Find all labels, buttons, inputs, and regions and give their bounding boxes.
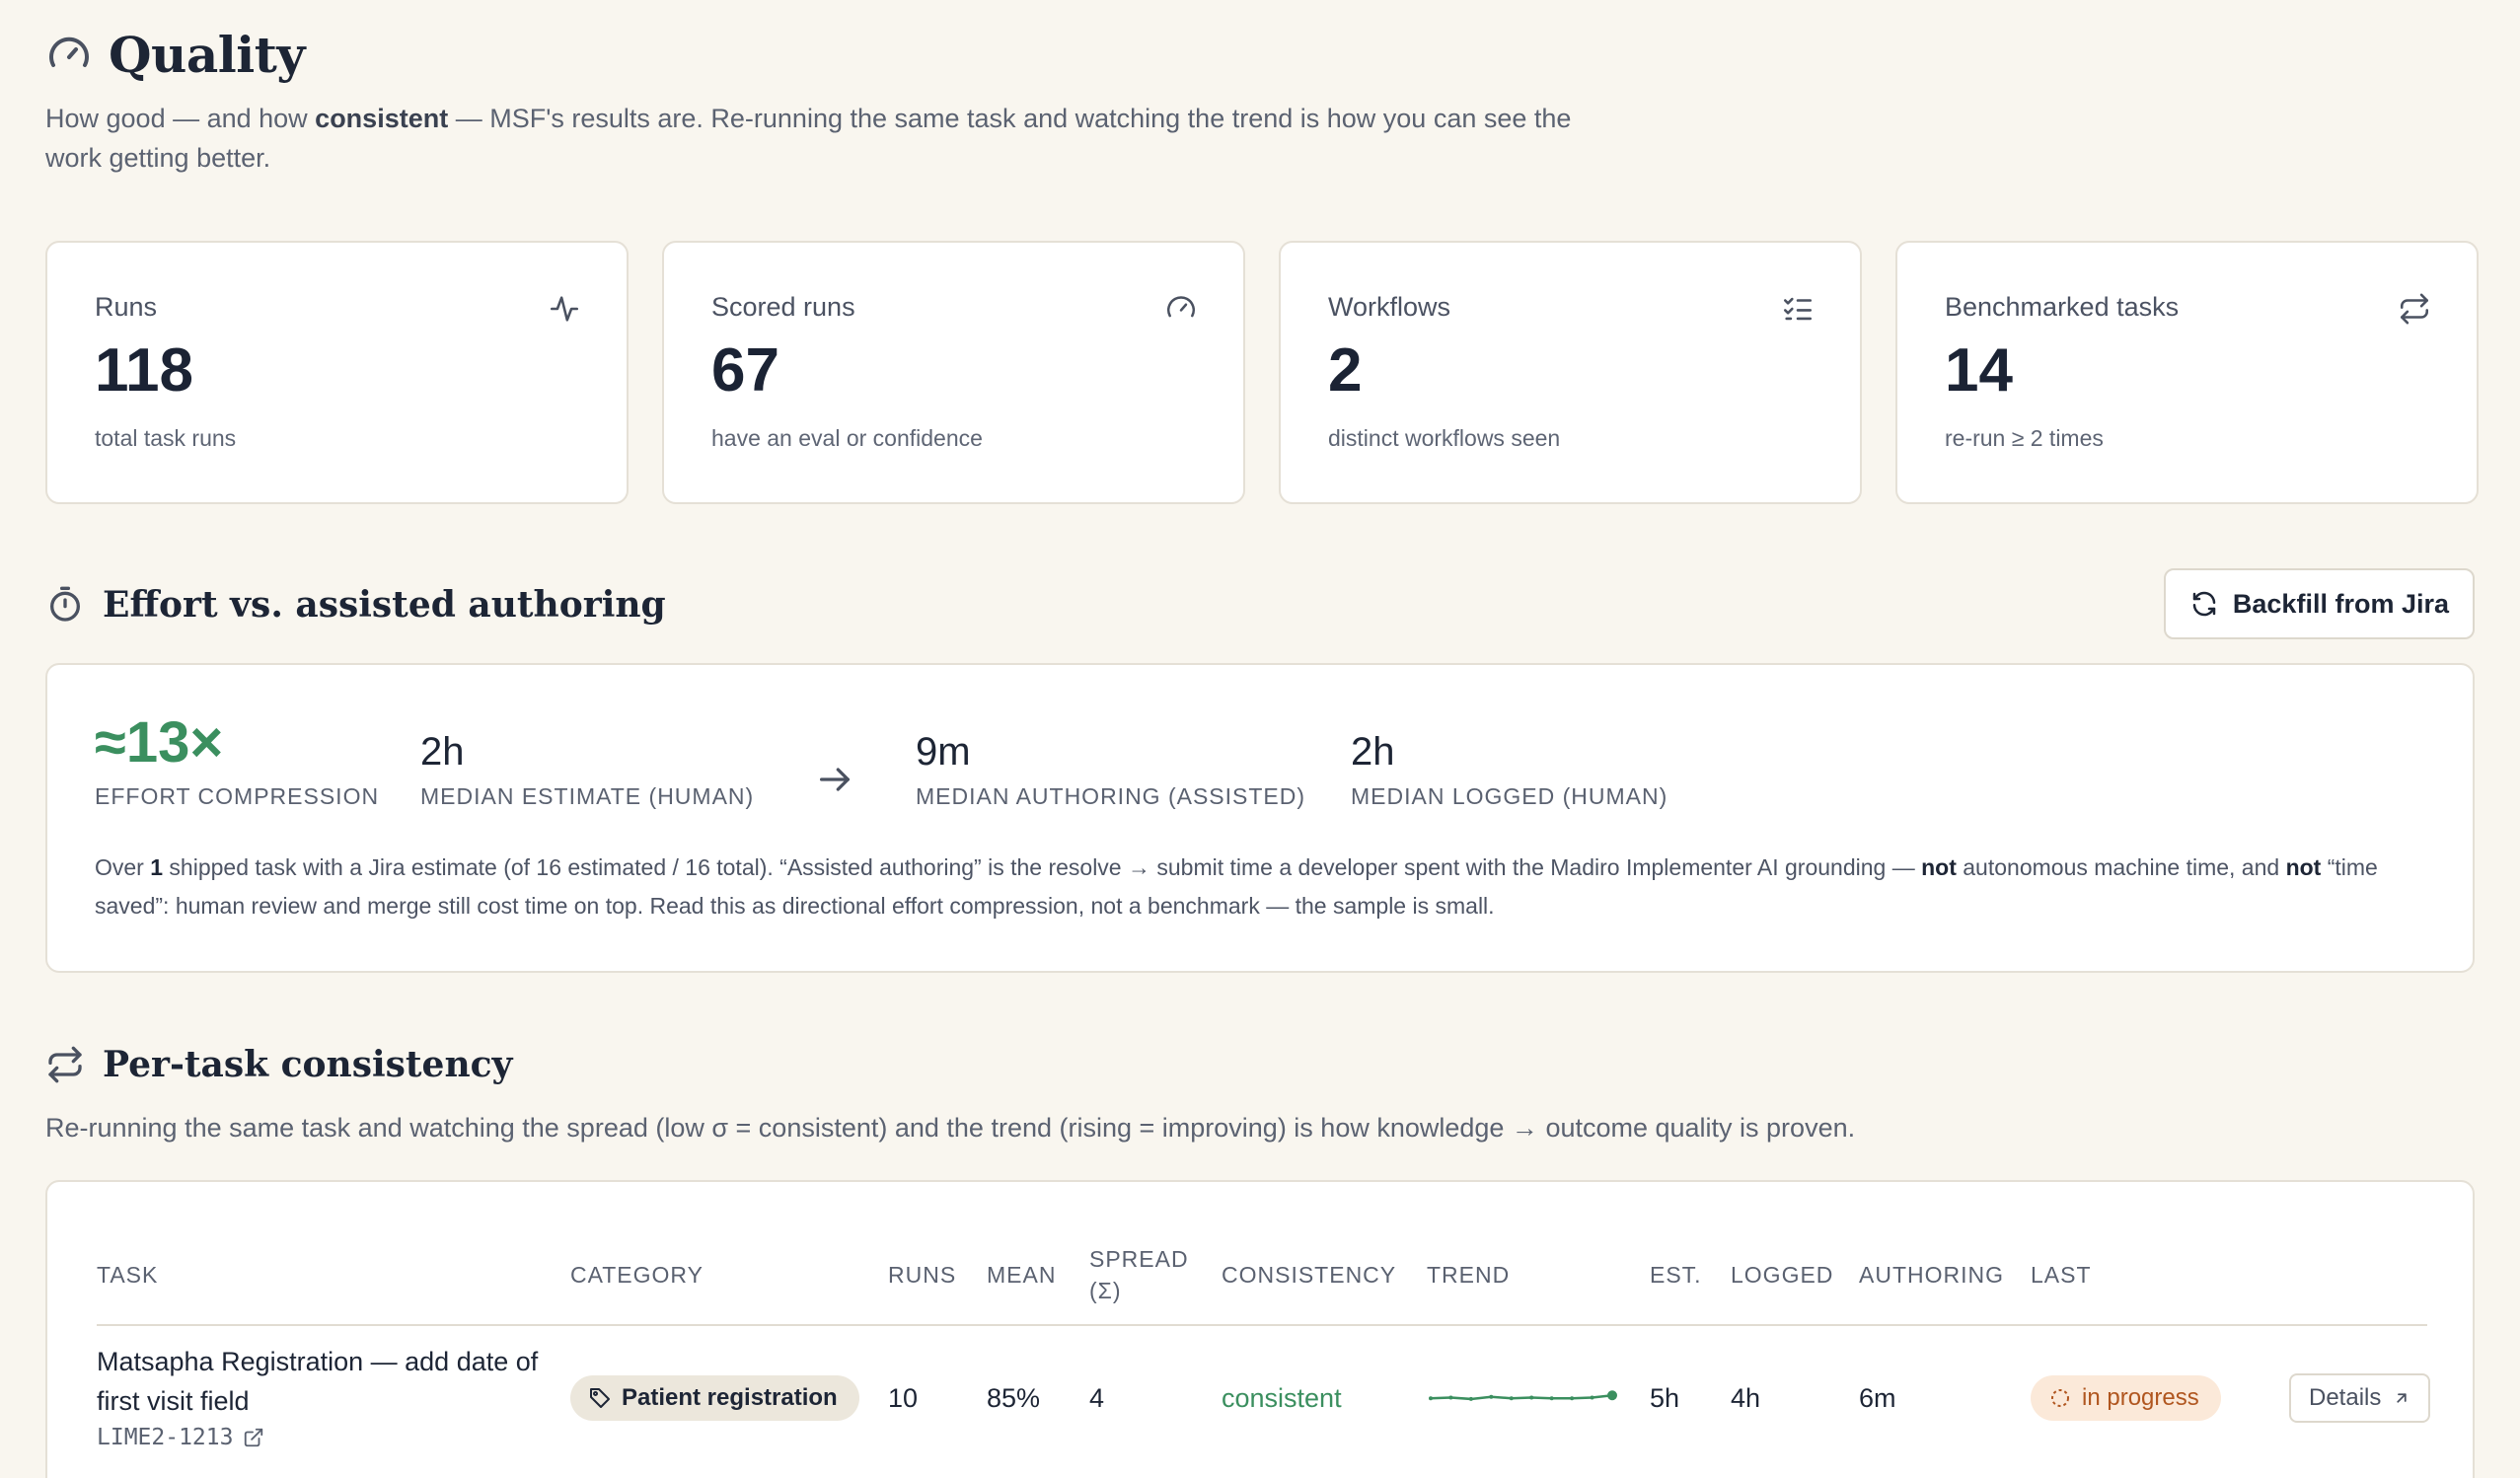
arrow-right-icon	[820, 768, 850, 791]
stat-card-sub: distinct workflows seen	[1328, 425, 1561, 451]
trend-sparkline	[1429, 1390, 1617, 1401]
metric-label: Effort compression	[95, 783, 380, 809]
column-header-last[interactable]: Last	[2031, 1259, 2092, 1291]
stat-card-sub: re-run ≥ 2 times	[1945, 425, 2104, 451]
consistency-description: Re-running the same task and watching th…	[45, 1113, 1856, 1143]
trend-point	[1570, 1396, 1575, 1401]
stat-card-value: 118	[95, 336, 194, 405]
page-header: Quality	[45, 26, 305, 84]
tag-icon	[590, 1388, 610, 1408]
activity-icon	[550, 296, 579, 322]
quality-page: Quality How good — and how consistent — …	[0, 0, 2520, 1478]
median-authoring-metric: 9m Median authoring (assisted)	[916, 714, 1305, 810]
trend-point	[1509, 1396, 1514, 1401]
effort-section-header: Effort vs. assisted authoring	[45, 584, 666, 626]
stat-card-value: 14	[1945, 336, 2013, 405]
column-header-authoring[interactable]: Authoring	[1859, 1259, 2004, 1291]
column-header-logged[interactable]: Logged	[1731, 1259, 1833, 1291]
repeat-icon	[48, 1046, 82, 1083]
stat-card-runs: Runs 118 total task runs	[45, 241, 629, 504]
trend-point	[1529, 1395, 1534, 1400]
task-jira-link[interactable]: LIME2-1213	[97, 1425, 264, 1450]
section-title: Per-task consistency	[103, 1044, 513, 1085]
metric-value: 9m	[916, 730, 971, 774]
page-description: How good — and how consistent — MSF's re…	[45, 104, 1572, 173]
est-cell: 5h	[1650, 1383, 1680, 1413]
column-header-task[interactable]: Task	[97, 1259, 158, 1291]
section-title: Effort vs. assisted authoring	[103, 584, 666, 626]
metric-label: Median estimate (human)	[420, 783, 755, 809]
mean-cell: 85%	[987, 1383, 1041, 1413]
consistency-table: Task Category Runs Mean Spread (σ) Consi…	[45, 1180, 2475, 1478]
stat-card-sub: total task runs	[95, 425, 237, 451]
stat-card-workflows: Workflows 2 distinct workflows seen	[1279, 241, 1862, 504]
consistency-cell: consistent	[1222, 1383, 1342, 1413]
column-header-mean[interactable]: Mean	[987, 1259, 1056, 1291]
stat-card-value: 2	[1328, 336, 1363, 405]
stat-card-sub: have an eval or confidence	[711, 425, 983, 451]
column-header-category[interactable]: Category	[570, 1259, 704, 1291]
trend-point	[1590, 1395, 1594, 1400]
authoring-cell: 6m	[1859, 1383, 1896, 1413]
status-badge: in progress	[2031, 1375, 2221, 1421]
stat-card-value: 67	[711, 336, 779, 405]
details-button[interactable]: Details	[2289, 1373, 2431, 1423]
trend-point	[1429, 1396, 1433, 1401]
metric-label: Median authoring (assisted)	[916, 783, 1306, 809]
external-link-icon	[245, 1428, 263, 1447]
column-header-runs[interactable]: Runs	[888, 1259, 956, 1291]
repeat-icon	[2400, 293, 2429, 325]
median-estimate-metric: 2h Median estimate (human)	[420, 714, 754, 810]
list-checks-icon	[1783, 297, 1813, 321]
column-header-trend[interactable]: Trend	[1427, 1259, 1510, 1291]
column-header-spread[interactable]: Spread (σ)	[1089, 1243, 1198, 1306]
column-header-est[interactable]: Est.	[1650, 1259, 1702, 1291]
loader-icon	[2051, 1389, 2069, 1407]
gauge-icon	[1166, 296, 1196, 318]
status-label: in progress	[2082, 1384, 2199, 1411]
trend-point	[1448, 1395, 1453, 1400]
stat-card-label: Scored runs	[711, 292, 855, 322]
runs-cell: 10	[888, 1383, 919, 1413]
spread-cell: 4	[1089, 1383, 1105, 1413]
metric-value: 2h	[1351, 730, 1395, 774]
trend-point	[1549, 1396, 1554, 1401]
trend-line	[1430, 1394, 1613, 1401]
logged-cell: 4h	[1731, 1383, 1761, 1413]
trend-point	[1607, 1390, 1617, 1401]
task-name: Matsapha Registration — add date of firs…	[97, 1347, 539, 1416]
backfill-from-jira-button[interactable]: Backfill from Jira	[2163, 568, 2475, 639]
table-header-divider	[97, 1324, 2427, 1326]
category-badge: Patient registration	[570, 1375, 859, 1421]
timer-icon	[50, 586, 80, 622]
stat-card-benchmarked-tasks: Benchmarked tasks 14 re-run ≥ 2 times	[1895, 241, 2479, 504]
metric-value: 2h	[420, 730, 465, 774]
effort-compression-metric: ≈13× Effort compression	[95, 714, 379, 810]
effort-note: Over 1 shipped task with a Jira estimate…	[95, 854, 2378, 919]
stat-cards: Runs 118 total task runs Scored runs 67 …	[45, 241, 2479, 504]
stat-card-label: Workflows	[1328, 292, 1451, 322]
stat-card-label: Runs	[95, 292, 158, 322]
median-logged-metric: 2h Median logged (human)	[1351, 714, 1668, 810]
task-key: LIME2-1213	[97, 1425, 234, 1450]
trend-point	[1468, 1396, 1473, 1401]
details-label: Details	[2309, 1384, 2382, 1411]
consistency-section-header: Per-task consistency	[45, 1044, 512, 1085]
metric-label: Median logged (human)	[1351, 783, 1668, 809]
gauge-icon	[49, 37, 89, 67]
metric-value: ≈13×	[95, 710, 224, 775]
page-title: Quality	[109, 26, 305, 84]
stat-card-scored-runs: Scored runs 67 have an eval or confidenc…	[662, 241, 1245, 504]
refresh-icon	[2192, 591, 2216, 617]
arrow-up-right-icon	[2397, 1393, 2408, 1403]
stat-card-label: Benchmarked tasks	[1945, 292, 2180, 322]
trend-point	[1489, 1394, 1494, 1399]
backfill-button-label: Backfill from Jira	[2232, 588, 2449, 619]
effort-panel: ≈13× Effort compression 2h Median estima…	[45, 663, 2475, 973]
column-header-consistency[interactable]: Consistency	[1222, 1259, 1396, 1291]
category-label: Patient registration	[622, 1384, 838, 1411]
